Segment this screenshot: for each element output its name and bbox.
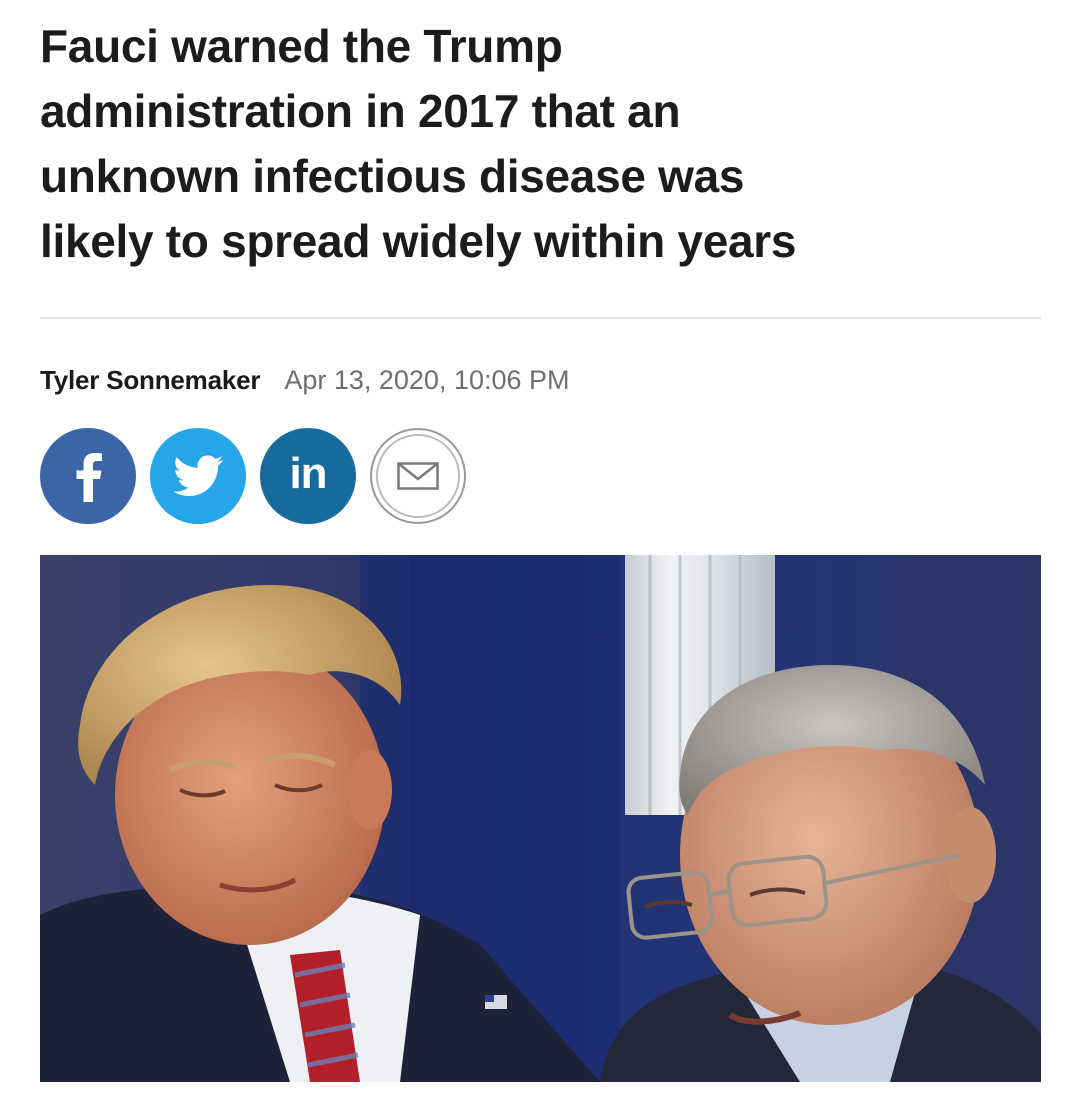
share-bar: in bbox=[40, 428, 480, 524]
article-photo-illustration bbox=[40, 555, 1041, 1082]
email-share-button[interactable] bbox=[370, 428, 466, 524]
facebook-share-button[interactable] bbox=[40, 428, 136, 524]
headline: Fauci warned the Trump administration in… bbox=[40, 14, 1050, 274]
article-photo bbox=[40, 555, 1041, 1082]
envelope-icon bbox=[397, 462, 439, 490]
linkedin-share-button[interactable]: in bbox=[260, 428, 356, 524]
headline-line-4: likely to spread widely within years bbox=[40, 215, 797, 267]
facebook-icon bbox=[76, 453, 102, 502]
headline-line-2: administration in 2017 that an bbox=[40, 85, 681, 137]
headline-line-1: Fauci warned the Trump bbox=[40, 20, 563, 72]
headline-line-3: unknown infectious disease was bbox=[40, 150, 745, 202]
twitter-share-button[interactable] bbox=[150, 428, 246, 524]
linkedin-icon: in bbox=[289, 449, 327, 498]
publish-date: Apr 13, 2020, 10:06 PM bbox=[284, 364, 570, 395]
author-name[interactable]: Tyler Sonnemaker bbox=[40, 365, 261, 396]
email-button-ring bbox=[376, 434, 460, 518]
headline-divider bbox=[40, 317, 1041, 319]
twitter-bird-icon bbox=[173, 455, 223, 496]
byline: Tyler Sonnemaker Apr 13, 2020, 10:06 PM bbox=[40, 360, 570, 400]
